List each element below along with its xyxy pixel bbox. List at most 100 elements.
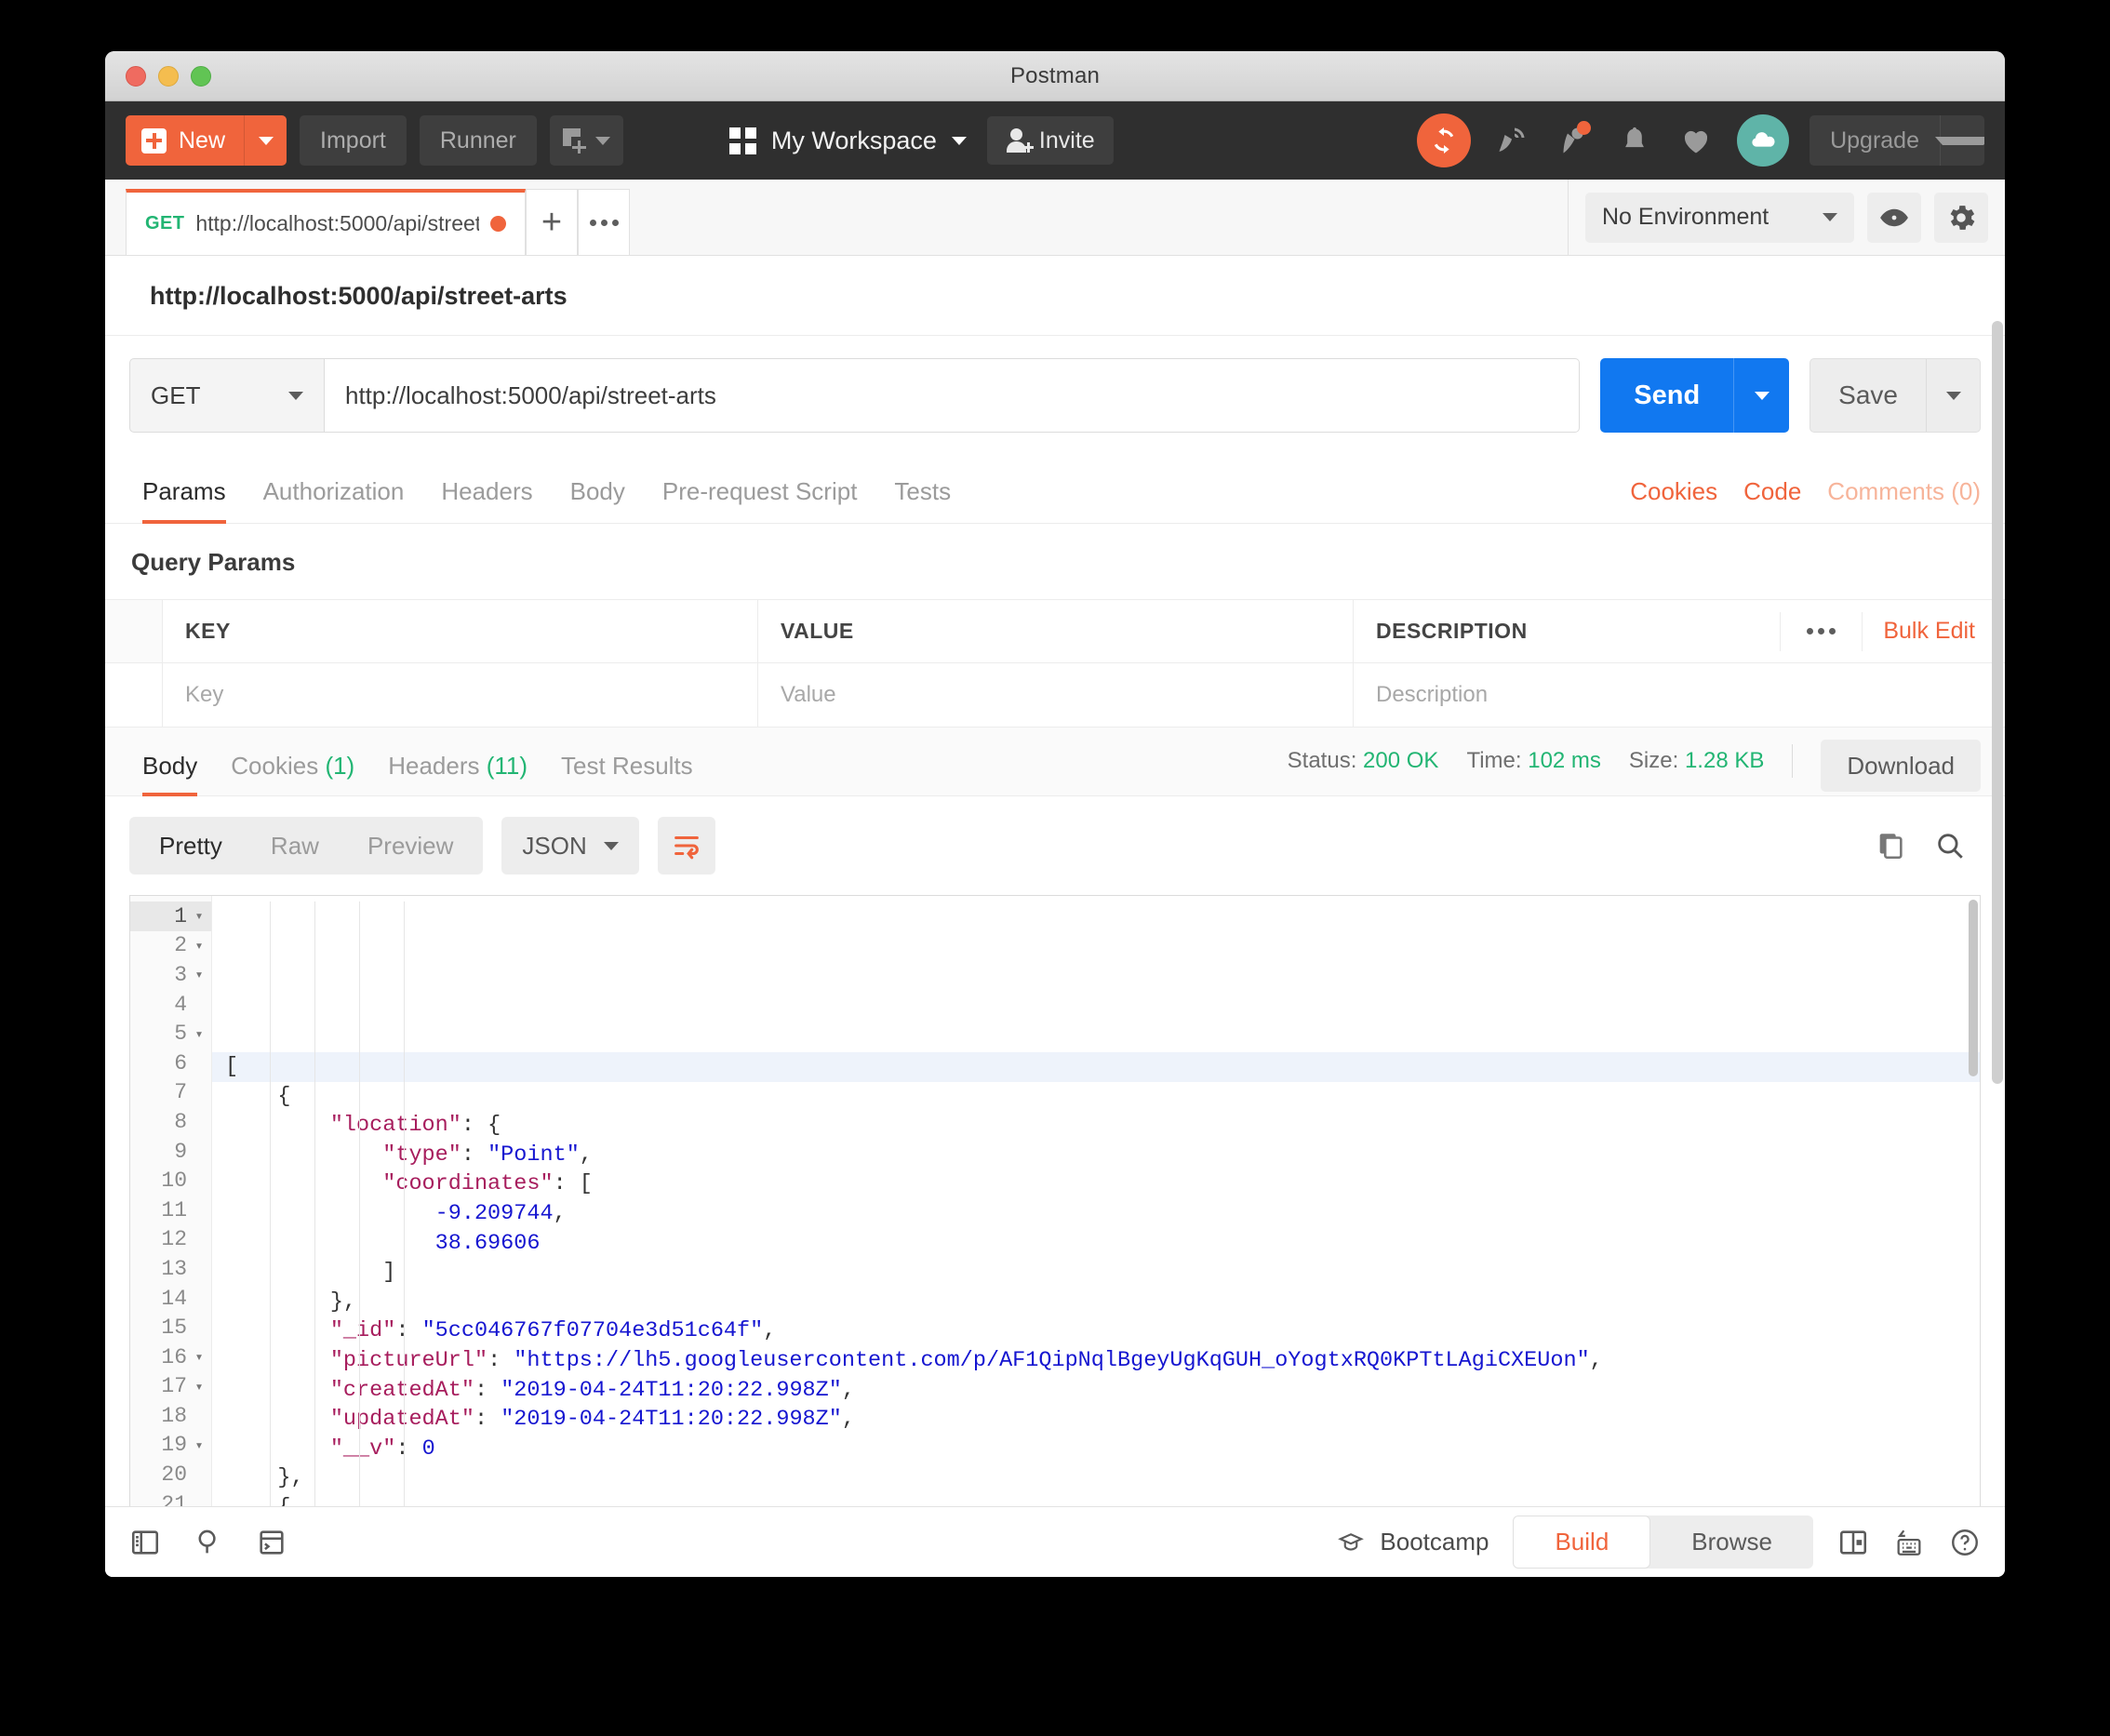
column-description: DESCRIPTION bbox=[1376, 619, 1528, 643]
value-input[interactable]: Value bbox=[758, 663, 1354, 727]
open-tabs: GET http://localhost:5000/api/street-a + bbox=[105, 180, 1568, 255]
chevron-down-icon bbox=[594, 136, 610, 145]
upgrade-dropdown[interactable] bbox=[1934, 115, 1984, 166]
chevron-down-icon bbox=[1945, 391, 1961, 400]
tab-params[interactable]: Params bbox=[129, 477, 245, 524]
word-wrap-button[interactable] bbox=[657, 817, 715, 875]
workspace-selector[interactable]: My Workspace bbox=[728, 127, 967, 155]
console-icon[interactable] bbox=[256, 1527, 287, 1558]
runner-button[interactable]: Runner bbox=[419, 115, 537, 166]
save-button[interactable]: Save bbox=[1810, 358, 1981, 433]
download-button[interactable]: Download bbox=[1821, 740, 1981, 792]
response-tab-body[interactable]: Body bbox=[129, 752, 214, 796]
line-number: 12 bbox=[161, 1227, 187, 1252]
new-button[interactable]: New bbox=[126, 115, 287, 166]
url-input[interactable]: http://localhost:5000/api/street-arts bbox=[325, 358, 1581, 433]
cloud-icon[interactable] bbox=[1737, 114, 1790, 167]
new-tab-button[interactable]: + bbox=[526, 189, 578, 255]
bell-icon[interactable] bbox=[1614, 120, 1655, 161]
bootcamp-button[interactable]: Bootcamp bbox=[1335, 1528, 1489, 1556]
browse-tab[interactable]: Browse bbox=[1650, 1516, 1813, 1568]
line-number: 7 bbox=[174, 1080, 187, 1105]
response-body-viewer[interactable]: 1 ▾ 2 ▾ 3 ▾ 4 5 ▾ 6 7 8 9 10 11 12 13 14 15 16 ▾ 17 ▾ 18 19 ▾ 20 21… bbox=[129, 895, 1981, 1506]
row-checkbox-cell[interactable] bbox=[105, 663, 163, 727]
help-icon[interactable] bbox=[1949, 1527, 1981, 1558]
megaphone-icon[interactable] bbox=[1553, 120, 1594, 161]
import-button[interactable]: Import bbox=[300, 115, 407, 166]
heart-icon[interactable] bbox=[1676, 120, 1716, 161]
url-bar: GET http://localhost:5000/api/street-art… bbox=[105, 336, 2005, 453]
key-input[interactable]: Key bbox=[163, 663, 758, 727]
view-mode-preview[interactable]: Preview bbox=[343, 832, 477, 861]
query-params-empty-row: Key Value Description bbox=[105, 663, 2005, 728]
code-scrollbar[interactable] bbox=[1969, 900, 1978, 1076]
code-line: ] bbox=[382, 1260, 396, 1286]
tab-pre-request-script[interactable]: Pre-request Script bbox=[644, 477, 876, 523]
http-method-selector[interactable]: GET bbox=[129, 358, 325, 433]
code-line: }, bbox=[329, 1289, 357, 1315]
find-icon[interactable] bbox=[193, 1527, 224, 1558]
bulk-edit-button[interactable]: Bulk Edit bbox=[1862, 611, 1996, 651]
environment-selector[interactable]: No Environment bbox=[1585, 192, 1854, 243]
params-more-button[interactable] bbox=[1780, 611, 1862, 651]
tab-url-label: http://localhost:5000/api/street-a bbox=[195, 211, 479, 235]
satellite-icon[interactable] bbox=[1491, 120, 1532, 161]
response-tab-cookies-count: (1) bbox=[325, 752, 355, 780]
http-method-label: GET bbox=[151, 381, 201, 409]
response-view-mode-group: Pretty Raw Preview bbox=[129, 817, 484, 875]
line-number: 20 bbox=[161, 1462, 187, 1488]
code-line: [ bbox=[212, 1052, 1980, 1082]
two-pane-icon[interactable] bbox=[1837, 1527, 1869, 1558]
keyboard-icon[interactable] bbox=[1893, 1527, 1925, 1558]
copy-icon[interactable] bbox=[1875, 830, 1906, 861]
new-button-dropdown[interactable] bbox=[244, 115, 287, 166]
runner-button-label: Runner bbox=[439, 127, 516, 154]
sidebar-toggle-icon[interactable] bbox=[129, 1527, 161, 1558]
response-tab-headers[interactable]: Headers (11) bbox=[371, 752, 544, 795]
pane-scrollbar[interactable] bbox=[1992, 321, 2003, 1084]
chevron-down-icon bbox=[1934, 136, 1984, 145]
response-tab-test-results[interactable]: Test Results bbox=[544, 752, 710, 795]
new-collection-button[interactable] bbox=[549, 115, 623, 166]
tab-body[interactable]: Body bbox=[552, 477, 644, 523]
response-format-toolbar: Pretty Raw Preview JSON bbox=[105, 796, 2005, 895]
tab-authorization[interactable]: Authorization bbox=[245, 477, 423, 523]
comments-link[interactable]: Comments (0) bbox=[1827, 477, 1981, 506]
sync-icon[interactable] bbox=[1417, 114, 1472, 167]
tab-headers[interactable]: Headers bbox=[422, 477, 551, 523]
build-tab[interactable]: Build bbox=[1513, 1516, 1651, 1569]
tab-tests[interactable]: Tests bbox=[875, 477, 969, 523]
size-group: Size: 1.28 KB bbox=[1629, 748, 1764, 774]
settings-gear-button[interactable] bbox=[1934, 192, 1988, 243]
size-label: Size: bbox=[1628, 748, 1679, 773]
upgrade-button[interactable]: Upgrade bbox=[1810, 115, 1984, 166]
save-dropdown[interactable] bbox=[1926, 359, 1980, 432]
response-tab-body-label: Body bbox=[142, 752, 198, 780]
view-mode-raw[interactable]: Raw bbox=[247, 832, 343, 861]
line-number-gutter: 1 ▾ 2 ▾ 3 ▾ 4 5 ▾ 6 7 8 9 10 11 12 13 14 15 16 ▾ 17 ▾ 18 19 ▾ 20 21… bbox=[130, 896, 212, 1506]
response-tab-cookies[interactable]: Cookies (1) bbox=[214, 752, 371, 795]
new-button-main[interactable]: New bbox=[126, 115, 244, 166]
environment-quick-look-button[interactable] bbox=[1867, 192, 1921, 243]
cookies-link[interactable]: Cookies bbox=[1630, 477, 1717, 506]
more-icon bbox=[1807, 628, 1836, 634]
description-input[interactable]: Description bbox=[1354, 663, 2005, 727]
search-icon[interactable] bbox=[1934, 830, 1966, 861]
code-link[interactable]: Code bbox=[1743, 477, 1801, 506]
code-line: "updatedAt": "2019-04-24T11:20:22.998Z", bbox=[329, 1407, 855, 1433]
request-section-tabs: Params Authorization Headers Body Pre-re… bbox=[105, 453, 2005, 524]
new-button-label: New bbox=[179, 127, 226, 154]
invite-button[interactable]: Invite bbox=[986, 116, 1114, 165]
response-meta: Status: 200 OK Time: 102 ms Size: 1.28 K… bbox=[1288, 740, 1981, 795]
response-body-code[interactable]: [ { "location": { "type": "Point", "coor… bbox=[212, 896, 1980, 1506]
line-number: 18 bbox=[161, 1403, 187, 1428]
tab-options-button[interactable] bbox=[578, 189, 630, 255]
send-button[interactable]: Send bbox=[1600, 358, 1790, 433]
response-language-selector[interactable]: JSON bbox=[501, 817, 639, 875]
request-tab-strip: GET http://localhost:5000/api/street-a +… bbox=[105, 180, 2005, 256]
environment-selected-label: No Environment bbox=[1602, 204, 1769, 230]
view-mode-pretty[interactable]: Pretty bbox=[135, 832, 247, 861]
line-number: 11 bbox=[161, 1197, 187, 1222]
send-dropdown[interactable] bbox=[1733, 358, 1789, 433]
request-tab-street-arts[interactable]: GET http://localhost:5000/api/street-a bbox=[126, 189, 526, 255]
